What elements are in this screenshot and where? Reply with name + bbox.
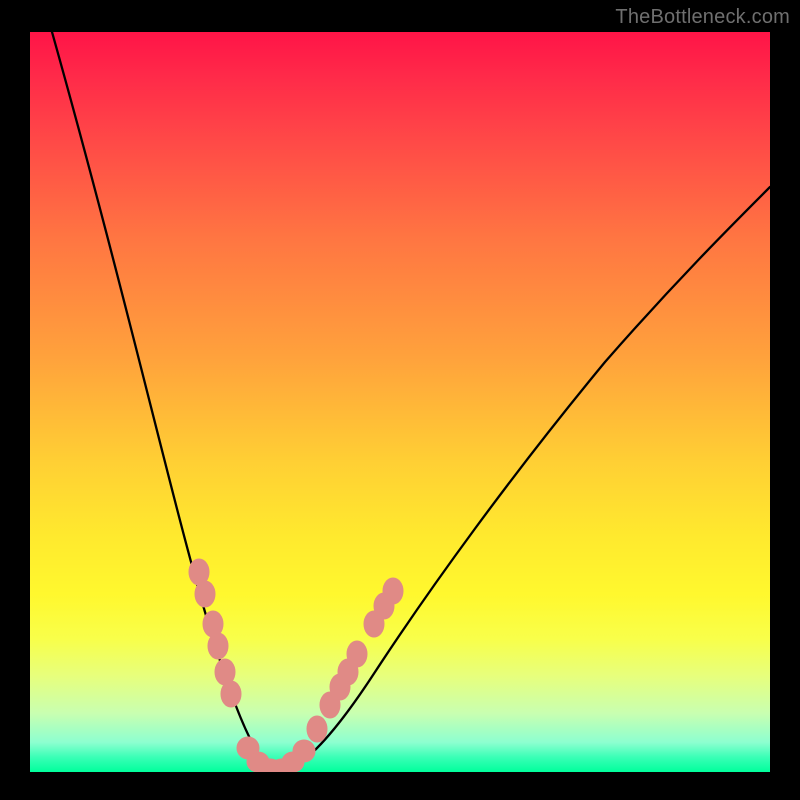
chart-data-dump: line 33 — [0, 0, 1, 1]
plot-area — [30, 32, 770, 772]
chart-type: line — [0, 0, 1, 1]
bottleneck-curve — [52, 32, 770, 771]
overlay-svg — [30, 32, 770, 772]
watermark-text: TheBottleneck.com — [615, 6, 790, 29]
chart-stage: TheBottleneck.com — [0, 0, 800, 800]
marker-dots — [189, 559, 403, 772]
